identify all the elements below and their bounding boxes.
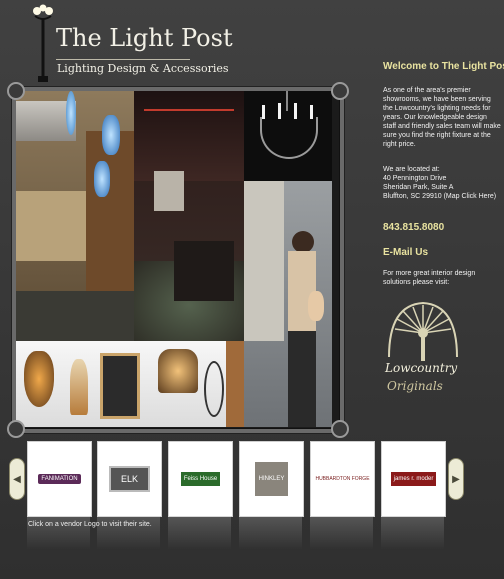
pendant-photo [226, 341, 244, 427]
chandelier-photo [244, 91, 332, 181]
logo-subtitle: Lighting Design & Accessories [57, 62, 229, 75]
address-line-1: 40 Pennington Drive [383, 175, 447, 182]
restaurant-photo [134, 91, 244, 349]
phone-number: 843.815.8080 [383, 222, 445, 233]
intro-text: As one of the area's premier showrooms, … [383, 87, 501, 148]
woman-child-photo [244, 181, 332, 427]
more-info-text: For more great interior design solutions… [383, 270, 476, 286]
vendor-logo-fanimation[interactable]: FANIMATION [27, 441, 92, 517]
palmetto-icon [388, 301, 458, 361]
vendor-reflection [168, 516, 231, 550]
vendor-reflection [239, 516, 302, 550]
location-block: We are located at: 40 Pennington Drive S… [383, 165, 501, 201]
vendor-logo-hinkley[interactable]: HINKLEY [239, 441, 304, 517]
vendor-label: FANIMATION [38, 474, 81, 484]
welcome-heading: Welcome to The Light Post!! [383, 61, 504, 72]
showroom-collage [7, 82, 349, 438]
vendor-logo-feiss[interactable]: Feiss House [168, 441, 233, 517]
vendor-label: HUBBARDTON FORGE [315, 476, 370, 482]
address-line-2: Sheridan Park, Suite A [383, 184, 454, 191]
vendor-label: james r. moder [390, 472, 437, 486]
address-line-3-map-link[interactable]: Bluffton, SC 29910 (Map Click Here) [383, 192, 501, 201]
lowcountry-originals-logo[interactable]: Lowcountry Originals [383, 297, 463, 411]
kitchen-photo [16, 91, 134, 341]
vendor-label: HINKLEY [254, 462, 289, 496]
vendor-next-button[interactable]: ▶ [448, 458, 464, 500]
vendor-label: ELK [108, 466, 150, 492]
fixtures-photo [16, 341, 226, 427]
vendor-prev-button[interactable]: ◀ [9, 458, 25, 500]
email-link[interactable]: E-Mail Us [383, 247, 428, 258]
partner-logo-line-1: Lowcountry [385, 361, 458, 375]
chevron-right-icon: ▶ [452, 473, 460, 485]
site-logo[interactable]: The Light Post Lighting Design & Accesso… [30, 4, 233, 82]
lamppost-icon [33, 4, 53, 82]
vendor-caption: Click on a vendor Logo to visit their si… [28, 521, 152, 528]
located-label: We are located at: [383, 166, 440, 173]
logo-title: The Light Post [56, 24, 233, 52]
vendor-reflection [310, 516, 373, 550]
chevron-left-icon: ◀ [13, 473, 21, 485]
vendor-label: Feiss House [180, 472, 221, 486]
logo-divider [56, 59, 190, 60]
vendor-logo-elk[interactable]: ELK [97, 441, 162, 517]
page-background: The Light Post Lighting Design & Accesso… [0, 0, 504, 579]
partner-logo-line-2: Originals [387, 379, 443, 393]
vendor-reflection [381, 516, 444, 550]
vendor-logo-hubbardton[interactable]: HUBBARDTON FORGE [310, 441, 375, 517]
vendor-logo-moder[interactable]: james r. moder [381, 441, 446, 517]
